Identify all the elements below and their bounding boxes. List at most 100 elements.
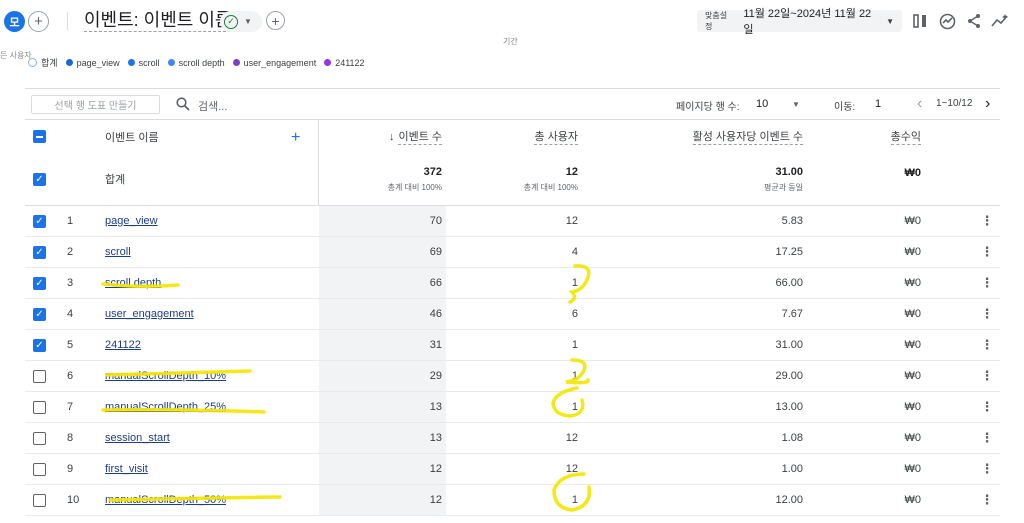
legend-dot-icon	[65, 59, 73, 66]
row-checkbox[interactable]: ✓	[33, 299, 47, 329]
row-checkbox[interactable]	[33, 423, 47, 453]
row-checkbox[interactable]	[33, 485, 47, 515]
row-index: 3	[67, 277, 74, 289]
total-events-per-user-sub: 평균과 동일	[763, 182, 803, 192]
row-checkbox[interactable]	[33, 392, 47, 422]
header-event-count[interactable]: 이벤트 수	[398, 128, 442, 145]
trend-sparkle-icon[interactable]	[990, 11, 1010, 31]
search-input[interactable]: 검색...	[198, 98, 227, 114]
row-checkbox[interactable]	[33, 454, 47, 484]
compare-icon[interactable]	[910, 11, 930, 31]
chart-cut-label: 기간	[503, 37, 518, 46]
row-checkbox[interactable]: ✓	[33, 268, 47, 298]
table-row[interactable]: 9 first_visit 12 12 1.00 ₩0 ⋮	[25, 454, 1000, 485]
row-checkbox[interactable]: ✓	[33, 206, 47, 236]
legend-item[interactable]: user_engagement	[232, 57, 317, 68]
status-chip[interactable]: ✓ ▼	[220, 11, 262, 32]
row-index: 2	[67, 246, 74, 258]
row-more-icon[interactable]: ⋮	[980, 268, 994, 298]
totals-label: 합계	[105, 174, 126, 186]
row-index: 5	[67, 339, 74, 351]
revenue-cell: ₩0	[904, 370, 922, 382]
segment-badge[interactable]: 모	[4, 11, 25, 32]
add-dimension-icon[interactable]: +	[291, 129, 300, 147]
header-event-name[interactable]: 이벤트 이름	[105, 129, 159, 145]
table-row[interactable]: ✓ 2 scroll 69 4 17.25 ₩0 ⋮	[25, 237, 1000, 268]
table-row[interactable]: ✓ 5 241122 31 1 31.00 ₩0 ⋮	[25, 330, 1000, 361]
select-all-checkbox[interactable]	[33, 120, 47, 153]
row-more-icon[interactable]: ⋮	[980, 392, 994, 422]
add-title-button[interactable]: +	[266, 11, 285, 30]
plot-rows-button[interactable]: 선택 행 도표 만들기	[31, 95, 160, 114]
insights-icon[interactable]	[937, 11, 957, 31]
event-name-link[interactable]: manualScrollDepth_10%	[105, 370, 226, 382]
table-row[interactable]: 10 manualScrollDepth_50% 12 1 12.00 ₩0 ⋮	[25, 485, 1000, 516]
segment-hint: 든 사용자	[0, 51, 32, 60]
revenue-cell: ₩0	[904, 401, 922, 413]
event-count-cell: 12	[429, 494, 442, 506]
table-row[interactable]: 8 session_start 13 12 1.08 ₩0 ⋮	[25, 423, 1000, 454]
row-checkbox[interactable]: ✓	[33, 237, 47, 267]
add-comparison-button[interactable]: +	[28, 11, 49, 32]
sort-down-icon[interactable]: ↓	[389, 131, 395, 143]
table-row[interactable]: 7 manualScrollDepth_25% 13 1 13.00 ₩0 ⋮	[25, 392, 1000, 423]
legend-item[interactable]: scroll depth	[167, 58, 225, 68]
revenue-cell: ₩0	[904, 432, 922, 444]
legend-item[interactable]: page_view	[65, 58, 120, 68]
event-count-cell: 69	[429, 246, 442, 258]
chevron-left-icon[interactable]: ‹	[917, 95, 922, 113]
row-checkbox[interactable]: ✓	[33, 330, 47, 360]
header-total-revenue[interactable]: 총수익	[890, 128, 921, 145]
event-name-link[interactable]: manualScrollDepth_25%	[105, 401, 226, 413]
checkbox-unchecked-icon	[33, 493, 46, 507]
row-index: 1	[67, 215, 74, 227]
legend-item-total[interactable]: 합계	[28, 56, 58, 69]
row-more-icon[interactable]: ⋮	[980, 330, 994, 360]
event-name-link[interactable]: scroll	[105, 246, 131, 258]
event-name-link[interactable]: scroll depth	[105, 277, 161, 289]
legend-label: 합계	[41, 58, 58, 68]
chart-legend: 합계 page_view scroll scroll depth user_en…	[28, 56, 365, 69]
row-more-icon[interactable]: ⋮	[980, 485, 994, 515]
checkbox-unchecked-icon	[33, 369, 46, 383]
legend-item[interactable]: scroll	[127, 58, 160, 68]
date-range-picker[interactable]: 맞춤설정 11월 22일~2024년 11월 22일 ▼	[697, 8, 902, 36]
chevron-right-icon[interactable]: ›	[985, 95, 990, 113]
event-name-link[interactable]: session_start	[105, 432, 170, 444]
row-more-icon[interactable]: ⋮	[980, 454, 994, 484]
event-name-link[interactable]: 241122	[105, 339, 141, 351]
header-total-users[interactable]: 총 사용자	[534, 128, 578, 145]
events-per-user-cell: 17.25	[775, 246, 803, 258]
row-more-icon[interactable]: ⋮	[980, 299, 994, 329]
table-row[interactable]: ✓ 1 page_view 70 12 5.83 ₩0 ⋮	[25, 206, 1000, 237]
event-count-cell: 13	[429, 432, 442, 444]
header-events-per-active-user[interactable]: 활성 사용자당 이벤트 수	[692, 128, 803, 145]
event-name-link[interactable]: manualScrollDepth_50%	[105, 494, 226, 506]
table-row[interactable]: ✓ 4 user_engagement 46 6 7.67 ₩0 ⋮	[25, 299, 1000, 330]
share-icon[interactable]	[964, 11, 984, 31]
totals-checkbox[interactable]: ✓	[33, 153, 47, 205]
total-users-cell: 12	[565, 215, 578, 227]
rows-per-page-select[interactable]: 10	[756, 98, 768, 110]
row-more-icon[interactable]: ⋮	[980, 237, 994, 267]
checkbox-checked-icon: ✓	[33, 214, 46, 228]
table-row[interactable]: 6 manualScrollDepth_10% 29 1 29.00 ₩0 ⋮	[25, 361, 1000, 392]
revenue-cell: ₩0	[904, 339, 922, 351]
event-name-link[interactable]: page_view	[105, 215, 158, 227]
table-row[interactable]: ✓ 3 scroll depth 66 1 66.00 ₩0 ⋮	[25, 268, 1000, 299]
total-users: 12	[565, 165, 578, 178]
row-more-icon[interactable]: ⋮	[980, 423, 994, 453]
row-checkbox[interactable]	[33, 361, 47, 391]
row-more-icon[interactable]: ⋮	[980, 361, 994, 391]
goto-input[interactable]: 1	[875, 98, 881, 110]
event-count-cell: 13	[429, 401, 442, 413]
chevron-down-icon[interactable]: ▼	[792, 100, 800, 109]
legend-label: user_engagement	[243, 57, 317, 68]
checkbox-unchecked-icon	[33, 400, 46, 414]
event-name-link[interactable]: user_engagement	[105, 308, 194, 320]
event-name-link[interactable]: first_visit	[105, 463, 148, 475]
legend-item[interactable]: 241122	[324, 58, 365, 68]
row-more-icon[interactable]: ⋮	[980, 206, 994, 236]
event-count-cell: 12	[429, 463, 442, 475]
